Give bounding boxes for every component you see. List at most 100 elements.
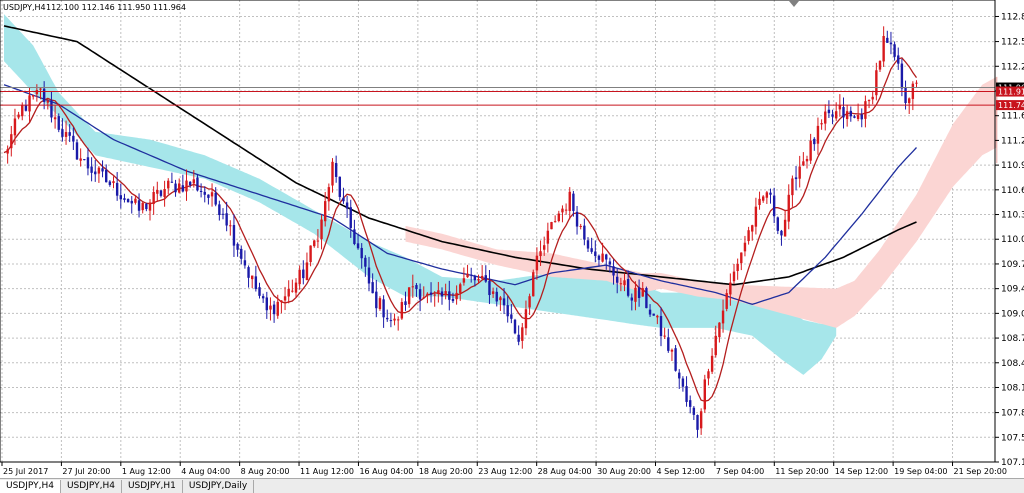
candle-body: [575, 211, 579, 227]
candle-body: [451, 298, 455, 302]
candle-body: [893, 44, 896, 57]
candle-body: [743, 242, 747, 252]
candle-body: [302, 269, 305, 279]
candle-body: [685, 386, 688, 402]
candle-body: [437, 290, 440, 295]
candle-body: [663, 335, 666, 337]
candle-body: [356, 243, 360, 249]
candle-body: [886, 37, 889, 43]
candle-body: [407, 287, 411, 305]
candle-body: [83, 159, 86, 161]
candle-body: [283, 296, 287, 301]
candle-body: [871, 96, 874, 100]
candle-body: [126, 199, 130, 203]
candle-body: [203, 191, 206, 195]
candle-body: [641, 288, 644, 297]
candle-body: [659, 316, 663, 337]
candle-body: [502, 298, 506, 306]
x-tick-label: 4 Sep 12:00: [656, 467, 704, 476]
candle-body: [791, 178, 794, 196]
candle-body: [185, 180, 188, 192]
candle-body: [754, 206, 758, 227]
candle-body: [816, 125, 820, 144]
candle-body: [769, 192, 772, 195]
candle-body: [404, 301, 407, 305]
candle-body: [272, 304, 276, 315]
candle-body: [94, 171, 97, 175]
candle-body: [17, 114, 20, 118]
x-tick-label: 4 Aug 04:00: [181, 467, 230, 476]
candle-body: [455, 292, 458, 300]
candle-body: [787, 194, 790, 222]
price-chart[interactable]: 112.870112.550112.235111.920111.605111.2…: [0, 0, 1024, 478]
candle-body: [207, 194, 210, 198]
candle-body: [378, 298, 382, 310]
candle-body: [762, 196, 765, 201]
candle-body: [167, 180, 170, 189]
candle-body: [64, 132, 68, 137]
x-tick-label: 11 Sep 20:00: [775, 467, 828, 476]
candle-body: [105, 169, 108, 183]
candle-body: [119, 195, 122, 200]
candle-body: [21, 105, 24, 117]
candle-body: [491, 291, 495, 294]
tab-usdjpy-h1[interactable]: USDJPY,H1: [121, 480, 183, 493]
y-tick-label: 110.660: [1001, 186, 1024, 196]
candle-body: [667, 337, 670, 351]
candle-body: [780, 230, 783, 236]
tab-usdjpy-daily[interactable]: USDJPY,Daily: [182, 480, 255, 493]
candle-body: [210, 192, 214, 197]
candle-body: [345, 202, 349, 209]
candle-body: [897, 55, 900, 64]
x-tick-label: 28 Aug 04:00: [538, 467, 592, 476]
candle-body: [915, 82, 918, 84]
candle-body: [159, 190, 163, 196]
candle-body: [473, 275, 477, 281]
candle-body: [637, 287, 641, 299]
tab-usdjpy-h4-active[interactable]: USDJPY,H4: [0, 480, 61, 493]
candle-body: [440, 291, 444, 297]
candle-body: [309, 245, 312, 263]
candle-body: [145, 203, 148, 210]
candle-body: [590, 248, 593, 252]
candle-body: [670, 349, 674, 352]
candle-body: [61, 129, 64, 137]
candle-body: [375, 291, 378, 309]
candle-body: [721, 310, 725, 324]
candle-body: [174, 183, 177, 193]
candle-body: [411, 286, 414, 288]
candle-body: [707, 371, 710, 379]
candle-body: [156, 190, 159, 194]
candle-body: [594, 251, 597, 256]
candle-body: [535, 255, 539, 271]
candle-body: [360, 247, 363, 259]
candle-body: [798, 166, 801, 179]
candle-body: [703, 379, 706, 410]
x-tick-label: 27 Jul 20:00: [62, 467, 110, 476]
candle-body: [736, 263, 739, 272]
tab-usdjpy-h4[interactable]: USDJPY,H4: [60, 480, 122, 493]
candle-body: [864, 101, 867, 119]
candle-body: [809, 140, 812, 161]
candle-body: [214, 192, 217, 205]
candle-body: [243, 260, 247, 266]
candle-body: [294, 282, 298, 293]
candle-body: [112, 181, 115, 184]
candle-body: [192, 179, 195, 184]
candle-body: [776, 217, 779, 231]
x-tick-label: 21 Sep 20:00: [954, 467, 1007, 476]
candle-body: [152, 192, 155, 205]
candle-body: [484, 275, 487, 282]
candle-body: [732, 271, 736, 282]
candle-body: [170, 181, 174, 183]
candle-body: [50, 100, 53, 118]
candle-body: [338, 176, 341, 197]
candle-body: [583, 225, 586, 240]
candle-body: [579, 225, 582, 227]
candle-body: [433, 294, 436, 296]
candle-body: [313, 240, 316, 247]
candle-body: [517, 334, 520, 342]
candle-body: [725, 293, 728, 309]
candle-body: [488, 281, 491, 296]
candle-body: [802, 161, 805, 166]
